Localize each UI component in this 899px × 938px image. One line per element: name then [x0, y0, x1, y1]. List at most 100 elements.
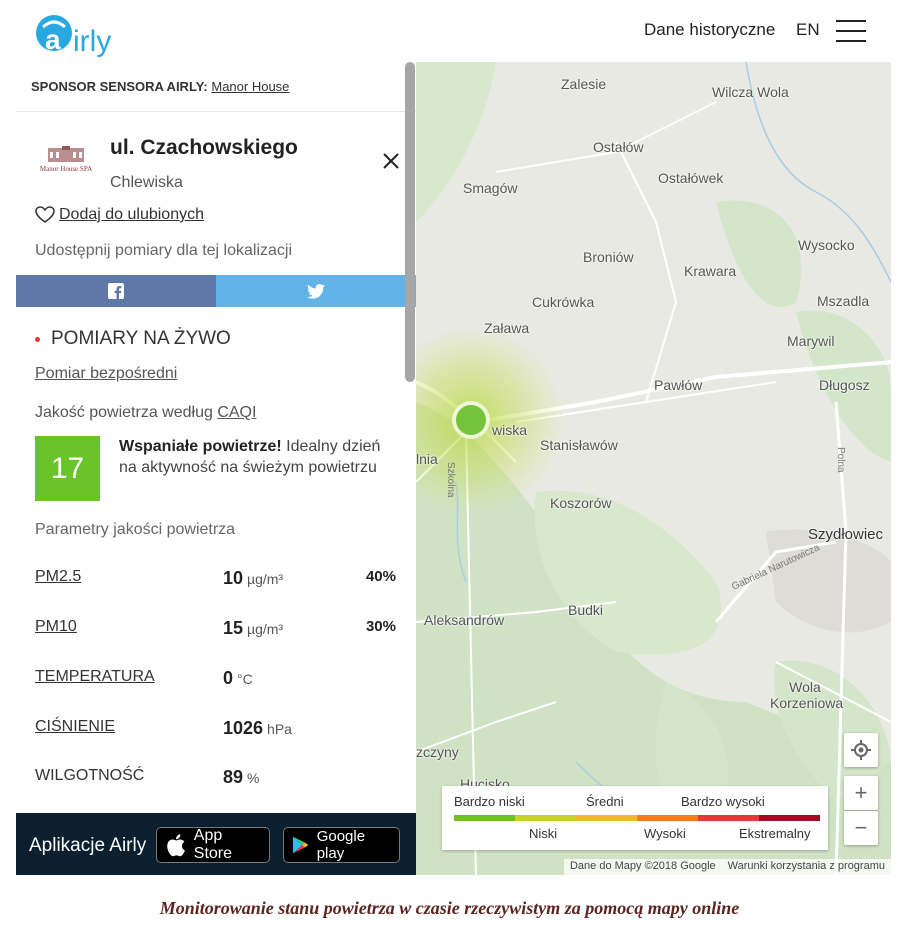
param-value: 10 [223, 568, 244, 588]
param-value-wrap: 0 °C [223, 668, 253, 689]
caqi-link[interactable]: CAQI [217, 404, 256, 421]
param-name[interactable]: TEMPERATURA [35, 668, 155, 686]
map-place: Broniów [583, 249, 634, 265]
map-place: Zalesie [561, 76, 607, 92]
terms-link[interactable]: Warunki korzystania z programu [728, 860, 885, 872]
facebook-icon [108, 283, 124, 299]
twitter-share-button[interactable] [216, 275, 416, 307]
panel-scrollbar[interactable] [405, 62, 415, 382]
svg-text:a: a [45, 24, 61, 55]
param-unit: °C [237, 671, 253, 687]
param-value: 1026 [223, 718, 264, 738]
sensor-panel: SPONSOR SENSORA AIRLY: Manor House Manor… [16, 62, 416, 875]
page-caption: Monitorowanie stanu powietrza w czasie r… [159, 898, 740, 918]
sponsor-link[interactable]: Manor House [211, 79, 289, 94]
param-row-pm25: PM2.5 10 µg/m³ 40% [35, 568, 400, 592]
heart-icon [35, 206, 55, 223]
map-place: Budki [568, 602, 604, 618]
app-store-label: App Store [193, 827, 233, 862]
historical-data-link[interactable]: Dane historyczne [644, 20, 775, 40]
sensor-marker[interactable] [452, 401, 490, 439]
param-percent: 30% [365, 618, 396, 635]
zoom-in-button[interactable]: + [844, 776, 878, 810]
map-place: Wysocko [798, 237, 855, 253]
map-place: Długosz [819, 377, 870, 393]
menu-icon[interactable] [836, 20, 866, 42]
attribution-text: Dane do Mapy ©2018 Google [569, 860, 716, 872]
close-icon[interactable] [382, 152, 400, 170]
param-name: WILGOTNOŚĆ [35, 767, 145, 784]
divider [16, 111, 416, 112]
live-section-title: POMIARY NA ŻYWO [35, 328, 231, 350]
direct-measurement-link[interactable]: Pomiar bezpośredni [35, 365, 177, 383]
airly-logo[interactable]: a irly [33, 5, 143, 59]
sponsor-line: SPONSOR SENSORA AIRLY: Manor House [31, 79, 289, 94]
my-location-button[interactable] [844, 733, 878, 767]
param-row-temperature: TEMPERATURA 0 °C [35, 668, 400, 692]
facebook-share-button[interactable] [16, 275, 216, 307]
google-play-icon [292, 836, 309, 854]
param-unit: µg/m³ [247, 621, 284, 637]
param-value: 89 [223, 767, 244, 787]
svg-text:Manor House SPA: Manor House SPA [40, 165, 92, 173]
map-place: wiska [492, 422, 528, 438]
app-store-button[interactable]: App Store [156, 827, 270, 863]
legend-label: Średni [586, 794, 624, 809]
sponsor-label: SPONSOR SENSORA AIRLY: [31, 79, 208, 94]
param-value: 0 [223, 668, 234, 688]
param-value-wrap: 15 µg/m³ [223, 618, 283, 639]
legend-swatch [576, 815, 637, 821]
map-view[interactable]: Zalesie Wilcza Wola Ostałów Smagów Ostał… [416, 62, 891, 875]
map-place: zczyny [416, 744, 459, 760]
caqi-headline: Wspaniałe powietrze! [119, 438, 282, 455]
legend-label: Bardzo wysoki [681, 794, 765, 809]
map-place: Szydłowiec [808, 526, 884, 543]
location-city: Chlewiska [110, 174, 183, 191]
param-row-humidity: WILGOTNOŚĆ 89% [35, 767, 400, 791]
zoom-out-button[interactable]: − [844, 811, 878, 845]
road-label: Szkolna [445, 462, 456, 498]
legend-label: Ekstremalny [739, 826, 811, 841]
twitter-icon [307, 283, 325, 299]
road-label: Polna [835, 447, 846, 473]
map-place: Zaława [484, 320, 530, 336]
param-percent: 40% [365, 568, 396, 585]
param-name[interactable]: PM10 [35, 618, 77, 636]
map-place: Marywil [787, 333, 835, 349]
apps-label: Aplikacje Airly [29, 835, 147, 856]
param-name[interactable]: PM2.5 [35, 568, 81, 586]
caqi-description: Wspaniałe powietrze! Idealny dzień na ak… [119, 436, 399, 478]
legend-swatch [637, 815, 698, 821]
map-attribution: Dane do Mapy ©2018 Google Warunki korzyst… [563, 859, 891, 875]
param-value: 15 [223, 618, 244, 638]
apple-icon [167, 834, 185, 857]
sponsor-logo: Manor House SPA [40, 146, 92, 173]
air-quality-legend: Bardzo niski Średni Bardzo wysoki Niski … [442, 786, 828, 850]
legend-label: Wysoki [644, 826, 686, 841]
legend-label: Niski [529, 826, 558, 841]
params-title: Parametry jakości powietrza [35, 521, 236, 538]
favorite-label: Dodaj do ulubionych [59, 206, 204, 223]
apps-banner: Aplikacje Airly App Store Google play [16, 813, 416, 875]
param-value-wrap: 10 µg/m³ [223, 568, 283, 589]
add-favorite-button[interactable]: Dodaj do ulubionych [35, 206, 204, 224]
map-place: Smagów [463, 180, 518, 196]
map-place: Koszorów [550, 495, 612, 511]
legend-swatch [515, 815, 576, 821]
map-place: Mszadla [817, 293, 870, 309]
param-unit: µg/m³ [247, 571, 284, 587]
legend-label: Bardzo niski [454, 794, 525, 809]
google-play-button[interactable]: Google play [283, 827, 400, 863]
param-name[interactable]: CIŚNIENIE [35, 718, 115, 736]
crosshair-icon [851, 740, 871, 760]
param-unit: hPa [267, 721, 292, 737]
param-unit: % [247, 770, 260, 786]
legend-swatch [759, 815, 820, 821]
param-value-wrap: 1026 hPa [223, 718, 292, 739]
map-place: Wilcza Wola [712, 84, 789, 100]
map-place: Pawłów [654, 377, 703, 393]
language-switch[interactable]: EN [796, 20, 820, 40]
map-place: Wola Korzeniowa [770, 679, 844, 711]
live-label: POMIARY NA ŻYWO [51, 328, 231, 349]
live-dot [35, 336, 40, 342]
